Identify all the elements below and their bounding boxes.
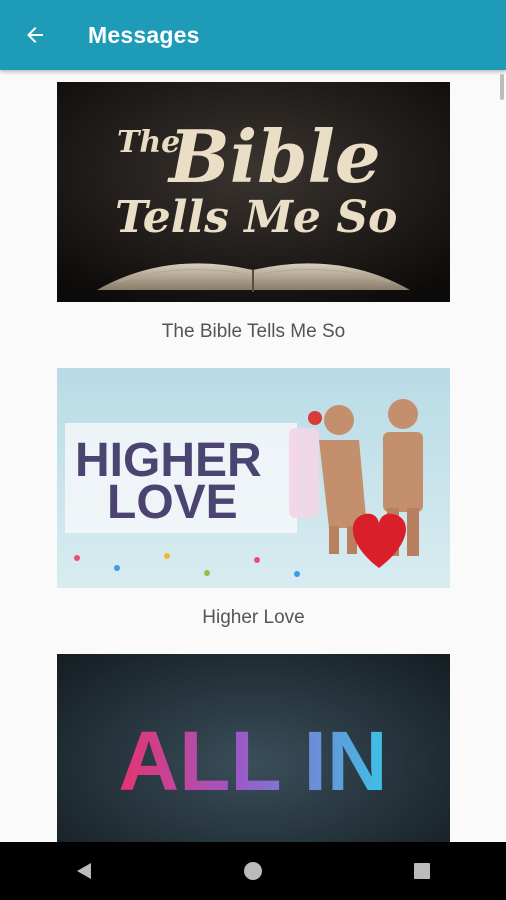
scrollbar[interactable] <box>500 74 504 100</box>
message-thumbnail: HIGHER LOVE <box>57 368 450 588</box>
square-recents-icon <box>413 863 430 879</box>
nav-home-button[interactable] <box>223 842 283 900</box>
message-thumbnail: The Bible Tells Me So <box>57 82 450 302</box>
message-card-all-in[interactable]: ALL IN <box>57 654 450 842</box>
message-title: Higher Love <box>202 607 305 628</box>
bible-artwork: The Bible Tells Me So <box>57 82 450 302</box>
art-text-tells: Tells Me So <box>115 192 397 243</box>
message-thumbnail: ALL IN <box>57 654 450 842</box>
all-in-artwork: ALL IN <box>57 654 450 842</box>
back-button[interactable] <box>0 0 70 70</box>
nav-recents-button[interactable] <box>392 842 452 900</box>
arrow-left-icon <box>27 27 43 43</box>
higher-love-artwork: HIGHER LOVE <box>57 368 450 588</box>
art-text-all-in: ALL IN <box>118 714 387 808</box>
message-title: The Bible Tells Me So <box>161 321 346 342</box>
circle-home-icon <box>243 862 262 880</box>
system-nav-bar <box>0 842 506 900</box>
art-text-bible: Bible <box>167 114 381 199</box>
page-title: Messages <box>88 21 200 48</box>
art-text-love: LOVE <box>107 476 238 529</box>
app-bar: Messages <box>0 0 506 70</box>
nav-back-button[interactable] <box>54 842 114 900</box>
message-card-higher-love[interactable]: HIGHER LOVE Higher Love <box>57 368 450 629</box>
triangle-back-icon <box>77 863 92 879</box>
message-list[interactable]: The Bible Tells Me So The Bible Tells Me… <box>0 70 506 842</box>
message-card-bible[interactable]: The Bible Tells Me So The Bible Tells Me… <box>57 82 450 343</box>
